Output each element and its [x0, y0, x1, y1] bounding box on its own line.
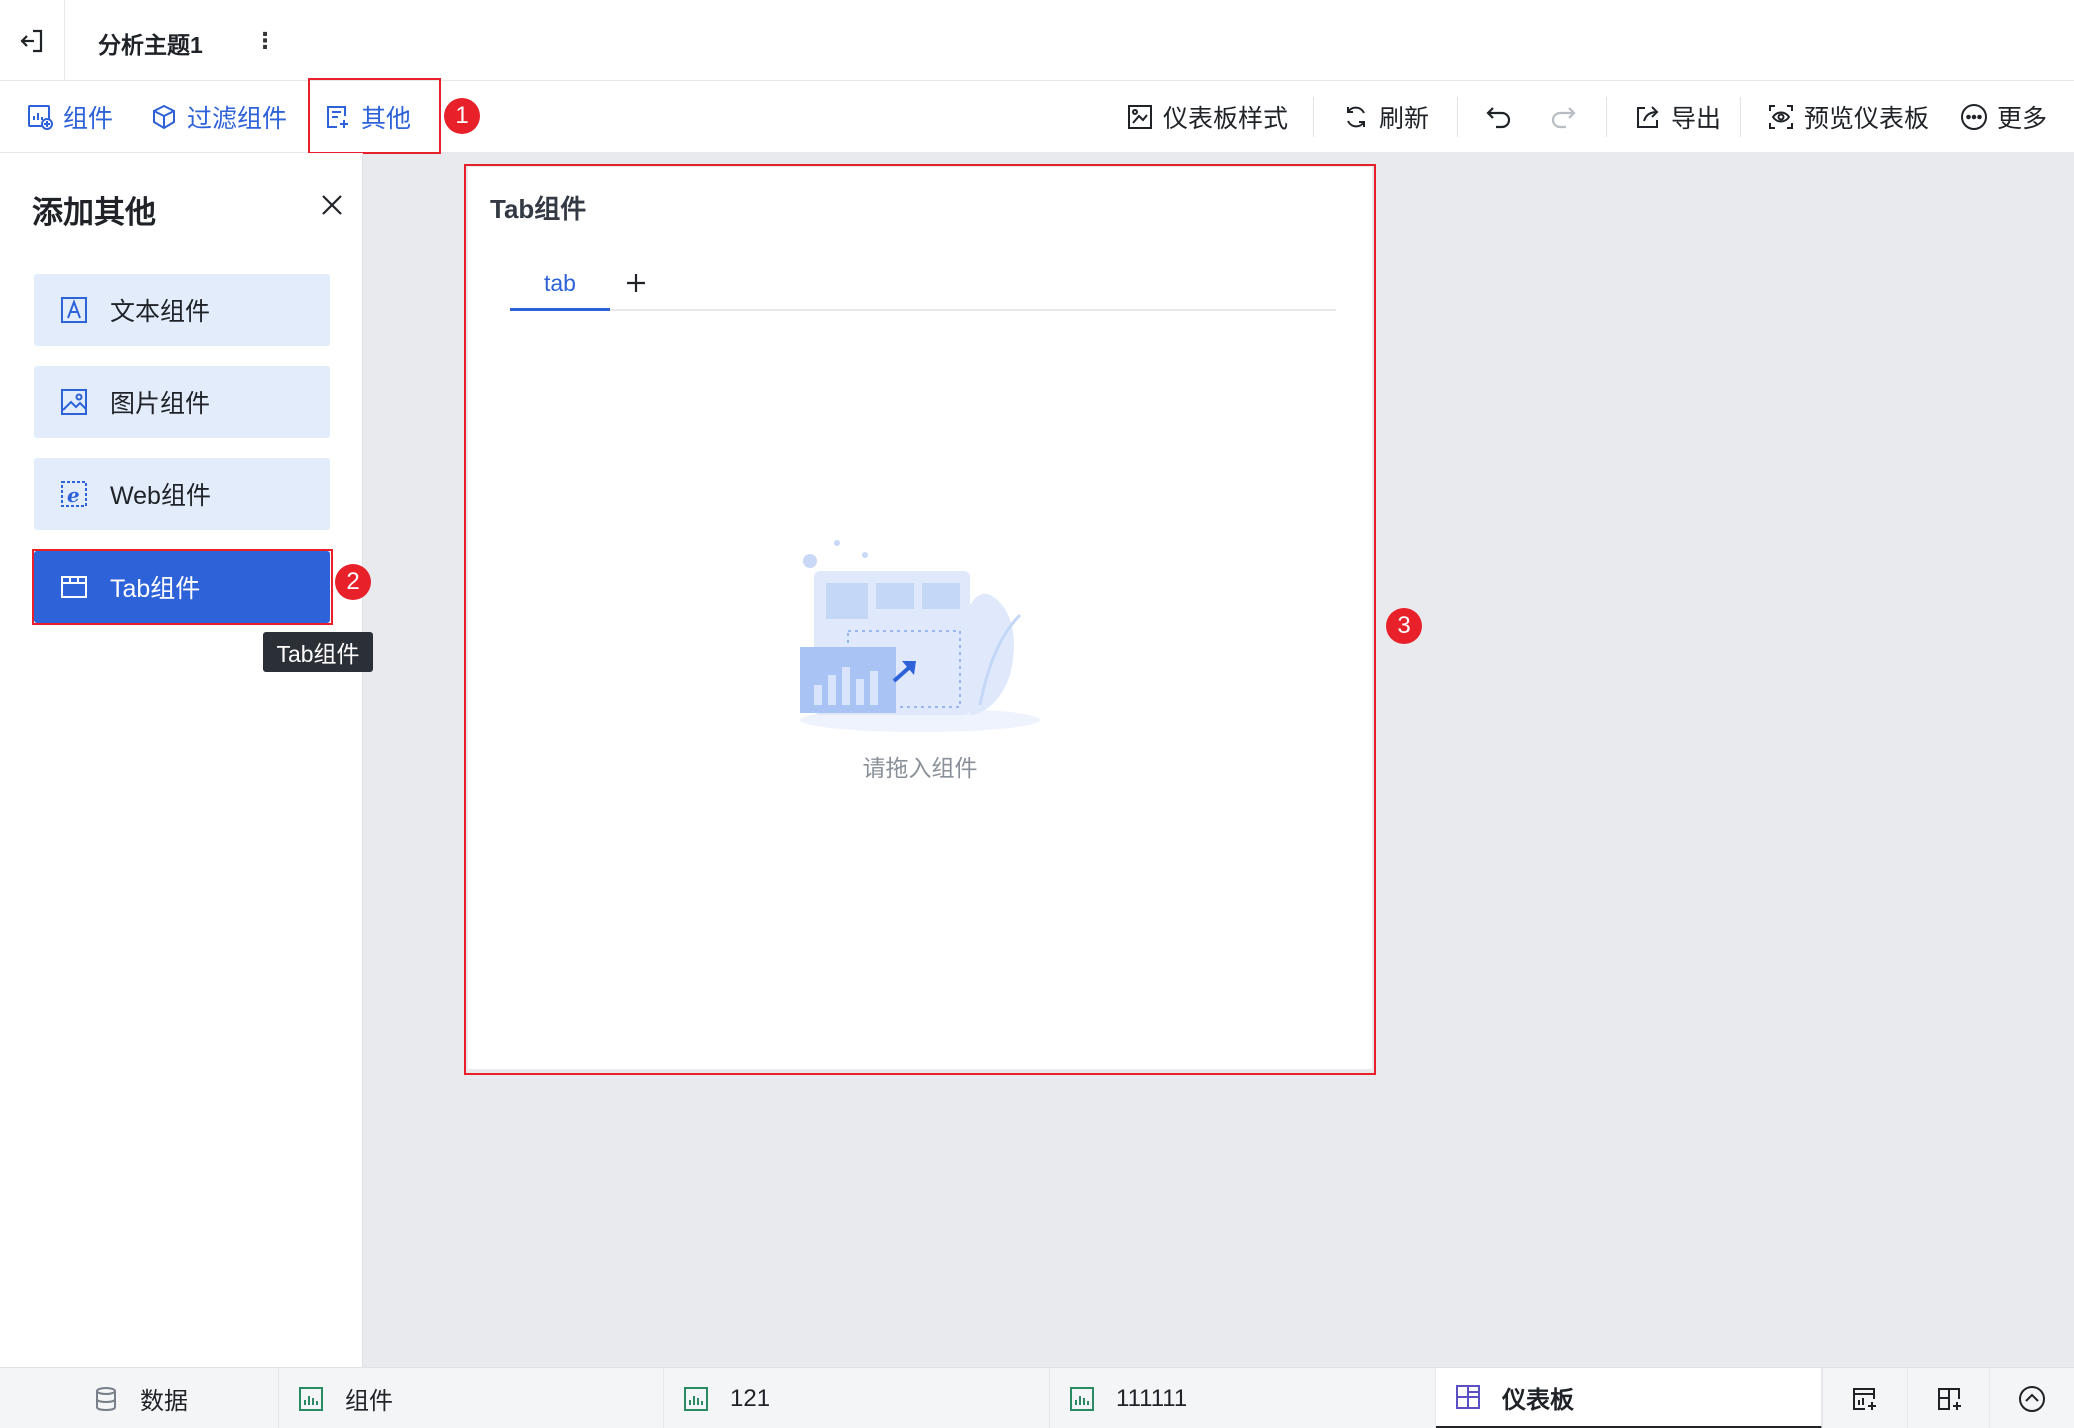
bottom-tab-label: 121	[730, 1384, 771, 1412]
close-icon	[322, 195, 342, 215]
panel-item-image[interactable]: 图片组件	[34, 366, 330, 438]
filter-cube-icon	[150, 103, 178, 131]
bar-chart-icon	[682, 1385, 710, 1413]
export-icon	[1634, 103, 1662, 131]
panel-close-button[interactable]	[316, 189, 348, 221]
exit-button[interactable]	[0, 0, 65, 81]
exit-icon	[20, 29, 43, 52]
step-badge-1: 1	[444, 98, 480, 134]
add-chart-icon	[1853, 1387, 1876, 1410]
step-badge-2: 2	[335, 564, 371, 600]
refresh-icon	[1342, 103, 1370, 131]
bar-chart-icon	[1068, 1385, 1096, 1413]
bottom-tab-data[interactable]: 数据	[0, 1368, 279, 1428]
redo-button[interactable]	[1548, 81, 1578, 153]
bottom-tab-111111[interactable]: 111111	[1050, 1368, 1436, 1428]
toolbar-refresh-label: 刷新	[1379, 105, 1430, 133]
toolbar-filter-label: 过滤组件	[187, 105, 288, 133]
chart-add-icon	[26, 103, 54, 131]
panel-item-text[interactable]: 文本组件	[34, 274, 330, 346]
panel-item-label: Web组件	[110, 482, 211, 510]
step-badge-3: 3	[1386, 608, 1422, 644]
page-title: 分析主题1	[98, 32, 203, 58]
style-icon	[1126, 103, 1154, 131]
svg-text:e: e	[67, 483, 80, 507]
toolbar-preview-label: 预览仪表板	[1804, 105, 1930, 133]
toolbar-preview-button[interactable]: 预览仪表板	[1767, 81, 1929, 153]
panel-item-web[interactable]: e Web组件	[34, 458, 330, 530]
toolbar-export-label: 导出	[1671, 105, 1722, 133]
add-dashboard-tab-button[interactable]	[1907, 1368, 1992, 1428]
image-icon	[58, 386, 90, 418]
add-other-panel: 添加其他 文本组件 图片组件 e Web组件 Tab组件	[0, 153, 363, 1367]
bottom-tab-121[interactable]: 121	[664, 1368, 1050, 1428]
toolbar-style-button[interactable]: 仪表板样式	[1126, 81, 1288, 153]
web-icon: e	[58, 478, 90, 510]
highlight-box-2	[32, 549, 333, 625]
preview-icon	[1767, 103, 1795, 131]
panel-title: 添加其他	[32, 195, 156, 230]
toolbar-export-button[interactable]: 导出	[1634, 81, 1721, 153]
panel-item-label: 文本组件	[110, 298, 211, 326]
toolbar-divider	[1606, 97, 1607, 137]
bar-chart-icon	[297, 1385, 325, 1413]
bottom-tab-label: 仪表板	[1502, 1386, 1574, 1414]
dashboard-icon	[1454, 1383, 1482, 1411]
add-dashboard-icon	[1938, 1387, 1961, 1410]
bottom-tab-dashboard[interactable]: 仪表板	[1436, 1368, 1822, 1428]
toolbar-filter-button[interactable]: 过滤组件	[150, 81, 287, 153]
undo-icon	[1486, 107, 1511, 129]
undo-button[interactable]	[1484, 81, 1514, 153]
bottom-tab-label: 111111	[1116, 1384, 1188, 1412]
add-component-tab-button[interactable]	[1822, 1368, 1907, 1428]
more-circle-icon	[1960, 103, 1988, 131]
redo-icon	[1551, 107, 1576, 129]
tab-component-tooltip: Tab组件	[263, 632, 373, 672]
database-icon	[92, 1385, 120, 1413]
toolbar-refresh-button[interactable]: 刷新	[1342, 81, 1429, 153]
toolbar-divider	[1457, 97, 1458, 137]
text-icon	[58, 294, 90, 326]
toolbar-divider	[1313, 97, 1314, 137]
toolbar-components-button[interactable]: 组件	[26, 81, 113, 153]
panel-item-label: 图片组件	[110, 390, 211, 418]
toolbar-more-button[interactable]: 更多	[1960, 81, 2047, 153]
highlight-box-1	[308, 78, 441, 154]
bottom-tab-bar: 数据 组件 121 111111 仪表板	[0, 1367, 2074, 1428]
toolbar-style-label: 仪表板样式	[1163, 105, 1289, 133]
title-more-button[interactable]: ⋮	[254, 22, 276, 60]
bottom-tab-label: 组件	[345, 1388, 393, 1415]
toolbar-divider	[1740, 97, 1741, 137]
collapse-bar-button[interactable]	[1989, 1368, 2074, 1428]
bottom-tab-label: 数据	[140, 1388, 188, 1415]
title-bar: 分析主题1 ⋮	[0, 0, 2074, 81]
bottom-tab-components[interactable]: 组件	[279, 1368, 664, 1428]
chevron-up-circle-icon	[2019, 1385, 2045, 1412]
toolbar-more-label: 更多	[1997, 105, 2048, 133]
highlight-box-3	[464, 164, 1376, 1075]
toolbar-components-label: 组件	[63, 105, 114, 133]
